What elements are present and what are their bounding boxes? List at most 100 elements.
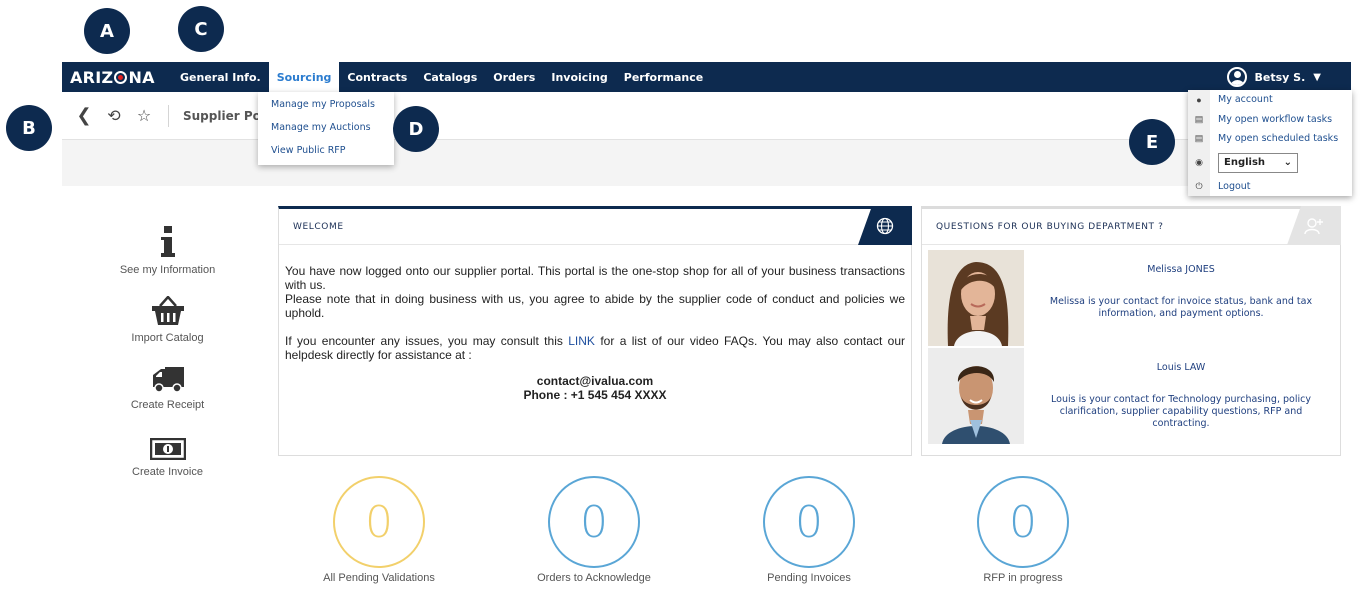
chevron-down-icon: ⌄ bbox=[1283, 157, 1292, 168]
shortcut-see-information[interactable]: See my Information bbox=[100, 222, 235, 276]
kpi-label: All Pending Validations bbox=[323, 572, 435, 584]
helpdesk-email: contact@ivalua.com bbox=[536, 374, 654, 388]
page: A B C D E ARIZ NA General Info. Sourcing … bbox=[0, 0, 1363, 590]
add-contact-icon bbox=[1287, 206, 1341, 245]
language-value: English bbox=[1224, 157, 1266, 168]
logo-text-left: ARIZ bbox=[70, 67, 114, 87]
user-menu-toggle[interactable]: Betsy S. ▼ bbox=[1226, 62, 1321, 92]
user-dropdown-menu: ● My account ▤ My open workflow tasks ▤ … bbox=[1188, 90, 1352, 196]
info-icon bbox=[100, 222, 235, 258]
shortcut-label: See my Information bbox=[119, 264, 216, 276]
contact-photo-melissa bbox=[928, 250, 1024, 346]
user-name: Betsy S. bbox=[1254, 70, 1306, 84]
workflow-tasks-label: My open workflow tasks bbox=[1218, 113, 1333, 125]
document-icon: ▤ bbox=[1188, 129, 1210, 149]
contact-photo-louis bbox=[928, 348, 1024, 444]
kpi-ring: 0 bbox=[333, 476, 425, 568]
truck-icon bbox=[100, 357, 235, 393]
menu-view-public-rfp[interactable]: View Public RFP bbox=[258, 140, 394, 163]
nav-orders[interactable]: Orders bbox=[485, 62, 543, 92]
shortcut-create-receipt[interactable]: Create Receipt bbox=[100, 357, 235, 411]
history-icon[interactable]: ⟲ bbox=[102, 106, 126, 125]
kpi-ring: 0 bbox=[763, 476, 855, 568]
main-nav: General Info. Sourcing Contracts Catalog… bbox=[172, 62, 711, 92]
back-arrow-icon[interactable]: ❮ bbox=[72, 105, 96, 126]
basket-icon bbox=[100, 290, 235, 326]
power-icon: ⏻ bbox=[1188, 176, 1210, 196]
callout-c: C bbox=[178, 6, 224, 52]
callout-e: E bbox=[1129, 119, 1175, 165]
welcome-intro: You have now logged onto our supplier po… bbox=[285, 264, 905, 320]
globe-icon bbox=[858, 206, 912, 245]
menu-language: ◉ English ⌄ bbox=[1188, 148, 1352, 177]
welcome-title: WELCOME bbox=[293, 221, 344, 232]
scheduled-tasks-label: My open scheduled tasks bbox=[1218, 133, 1339, 145]
my-account-label: My account bbox=[1218, 94, 1273, 106]
chevron-down-icon: ▼ bbox=[1313, 71, 1321, 83]
nav-catalogs[interactable]: Catalogs bbox=[415, 62, 485, 92]
kpi-label: RFP in progress bbox=[983, 572, 1063, 584]
shortcut-import-catalog[interactable]: Import Catalog bbox=[100, 290, 235, 344]
helpdesk-phone: Phone : +1 545 454 XXXX bbox=[523, 388, 667, 402]
contact-info: Melissa JONES Melissa is your contact fo… bbox=[1024, 250, 1338, 346]
logo-text-right: NA bbox=[128, 67, 155, 87]
document-icon: ▤ bbox=[1188, 109, 1210, 129]
welcome-panel: WELCOME You have now logged onto our sup… bbox=[278, 206, 912, 456]
shortcut-label: Create Receipt bbox=[130, 399, 205, 411]
shortcut-create-invoice[interactable]: Create Invoice bbox=[100, 424, 235, 478]
arizona-logo[interactable]: ARIZ NA bbox=[62, 68, 172, 87]
menu-workflow-tasks[interactable]: ▤ My open workflow tasks bbox=[1188, 109, 1352, 129]
kpi-pending-validations[interactable]: 0 All Pending Validations bbox=[279, 476, 479, 584]
menu-manage-auctions[interactable]: Manage my Auctions bbox=[258, 117, 394, 140]
shortcut-label: Create Invoice bbox=[132, 466, 203, 478]
toolbar-divider bbox=[168, 104, 169, 127]
shortcut-label: Import Catalog bbox=[131, 332, 204, 344]
welcome-para-3a: If you encounter any issues, you may con… bbox=[285, 334, 569, 348]
logo-o-icon bbox=[114, 70, 128, 84]
nav-general-info[interactable]: General Info. bbox=[172, 62, 269, 92]
kpi-pending-invoices[interactable]: 0 Pending Invoices bbox=[709, 476, 909, 584]
nav-invoicing[interactable]: Invoicing bbox=[543, 62, 615, 92]
kpi-orders-to-acknowledge[interactable]: 0 Orders to Acknowledge bbox=[494, 476, 694, 584]
banknote-icon bbox=[100, 424, 235, 460]
callout-b: B bbox=[6, 105, 52, 151]
nav-performance[interactable]: Performance bbox=[616, 62, 711, 92]
callout-a: A bbox=[84, 8, 130, 54]
contact-info: Louis LAW Louis is your contact for Tech… bbox=[1024, 348, 1338, 444]
contact-description: Louis is your contact for Technology pur… bbox=[1051, 394, 1311, 429]
questions-header: QUESTIONS FOR OUR BUYING DEPARTMENT ? bbox=[922, 206, 1341, 245]
contact-description: Melissa is your contact for invoice stat… bbox=[1049, 296, 1313, 319]
sourcing-dropdown: Manage my Proposals Manage my Auctions V… bbox=[258, 92, 394, 165]
globe-icon: ◉ bbox=[1188, 148, 1210, 177]
menu-my-account[interactable]: ● My account bbox=[1188, 90, 1352, 110]
person-icon: ● bbox=[1188, 90, 1210, 110]
kpi-label: Orders to Acknowledge bbox=[537, 572, 651, 584]
menu-manage-proposals[interactable]: Manage my Proposals bbox=[258, 94, 394, 117]
welcome-header: WELCOME bbox=[279, 206, 912, 245]
star-icon[interactable]: ☆ bbox=[132, 106, 156, 125]
logout-label: Logout bbox=[1218, 180, 1251, 192]
welcome-para-1: You have now logged onto our supplier po… bbox=[285, 264, 905, 292]
kpi-rfp-in-progress[interactable]: 0 RFP in progress bbox=[923, 476, 1123, 584]
faq-link[interactable]: LINK bbox=[568, 334, 595, 348]
contact-card: Melissa JONES Melissa is your contact fo… bbox=[928, 250, 1338, 346]
contact-name: Melissa JONES bbox=[1147, 264, 1215, 275]
nav-sourcing[interactable]: Sourcing bbox=[268, 62, 340, 92]
questions-title: QUESTIONS FOR OUR BUYING DEPARTMENT ? bbox=[936, 221, 1164, 232]
top-navigation-bar: ARIZ NA General Info. Sourcing Contracts … bbox=[62, 62, 1351, 92]
kpi-ring: 0 bbox=[548, 476, 640, 568]
welcome-help: If you encounter any issues, you may con… bbox=[285, 334, 905, 362]
questions-panel: QUESTIONS FOR OUR BUYING DEPARTMENT ? Me… bbox=[921, 206, 1341, 456]
menu-logout[interactable]: ⏻ Logout bbox=[1188, 176, 1352, 196]
nav-contracts[interactable]: Contracts bbox=[339, 62, 415, 92]
contact-card: Louis LAW Louis is your contact for Tech… bbox=[928, 348, 1338, 444]
kpi-ring: 0 bbox=[977, 476, 1069, 568]
language-select[interactable]: English ⌄ bbox=[1218, 152, 1298, 173]
welcome-body: You have now logged onto our supplier po… bbox=[279, 245, 911, 402]
kpi-label: Pending Invoices bbox=[767, 572, 851, 584]
menu-scheduled-tasks[interactable]: ▤ My open scheduled tasks bbox=[1188, 129, 1352, 149]
contact-name: Louis LAW bbox=[1156, 362, 1206, 373]
welcome-para-2: Please note that in doing business with … bbox=[285, 292, 905, 320]
callout-d: D bbox=[393, 106, 439, 152]
user-avatar-icon bbox=[1226, 67, 1247, 87]
